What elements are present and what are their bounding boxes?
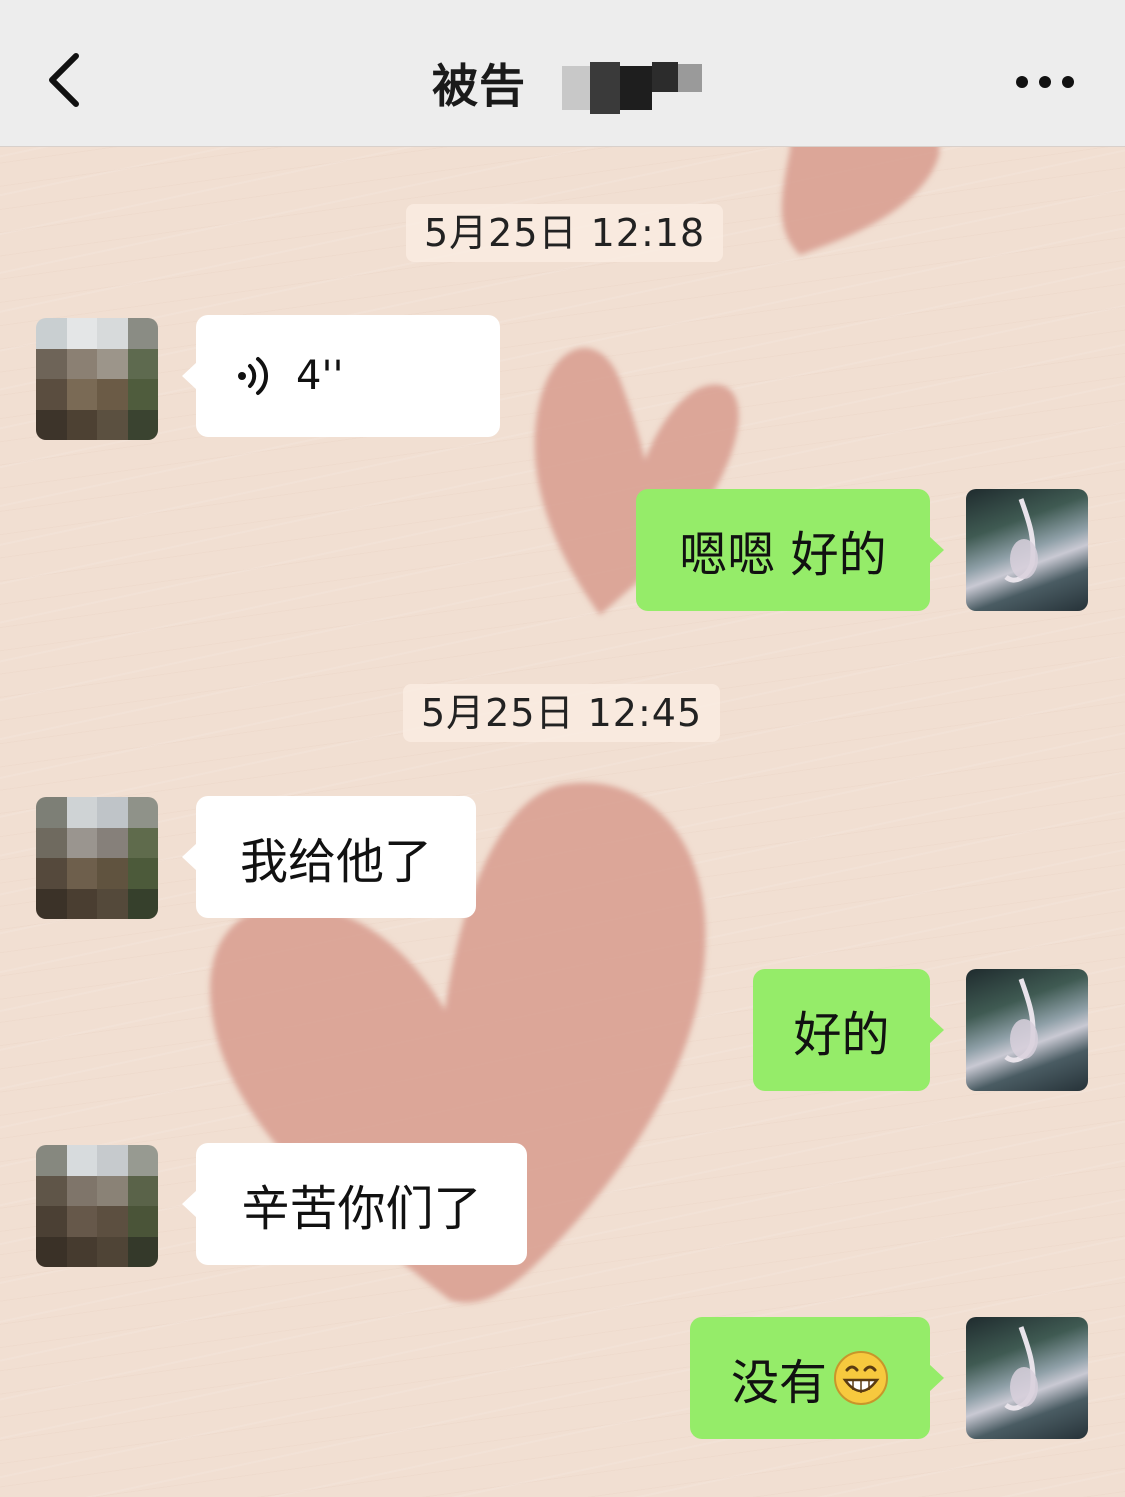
timestamp: 5月25日 12:45 <box>403 684 721 742</box>
contact-avatar[interactable] <box>36 1145 158 1267</box>
incoming-message[interactable]: 我给他了 <box>182 796 476 918</box>
voice-message[interactable]: 4'' <box>182 315 500 437</box>
message-text: 好的 <box>793 1007 890 1063</box>
self-avatar[interactable] <box>966 489 1088 611</box>
outgoing-message[interactable]: 嗯嗯 好的 <box>636 489 944 611</box>
timestamp: 5月25日 12:18 <box>406 204 724 262</box>
message-text: 我给他了 <box>239 834 432 890</box>
contact-avatar[interactable] <box>36 797 158 919</box>
nav-bar: 被告 <box>0 0 1125 147</box>
back-button[interactable] <box>30 40 100 120</box>
incoming-message[interactable]: 辛苦你们了 <box>182 1143 527 1265</box>
contact-avatar[interactable] <box>36 318 158 440</box>
message-text: 嗯嗯 好的 <box>679 527 887 583</box>
avatar-image <box>36 1145 158 1267</box>
self-avatar[interactable] <box>966 969 1088 1091</box>
self-avatar[interactable] <box>966 1317 1088 1439</box>
avatar-image <box>36 318 158 440</box>
chat-screen: 被告 5月25日 12:18 4'' 嗯嗯 好的 5月25日 12:45 我给他… <box>0 0 1125 1497</box>
chevron-left-icon <box>49 53 79 107</box>
outgoing-message[interactable]: 好的 <box>753 969 944 1091</box>
voice-duration: 4'' <box>296 353 344 399</box>
redaction-mosaic <box>562 62 702 114</box>
avatar-image <box>1004 498 1038 583</box>
heart-top-right <box>781 140 940 255</box>
grin-emoji-icon <box>834 1351 888 1405</box>
voice-wave-icon <box>238 357 269 395</box>
avatar-image <box>1004 1326 1038 1411</box>
avatar-image <box>1004 978 1038 1063</box>
avatar-image <box>36 797 158 919</box>
message-text: 没有 <box>730 1355 827 1411</box>
page-title: 被告 <box>432 59 526 113</box>
message-text: 辛苦你们了 <box>241 1181 482 1237</box>
outgoing-message[interactable]: 没有 <box>690 1317 944 1439</box>
more-options-button[interactable] <box>1000 60 1090 104</box>
more-dots-icon <box>1016 76 1074 88</box>
